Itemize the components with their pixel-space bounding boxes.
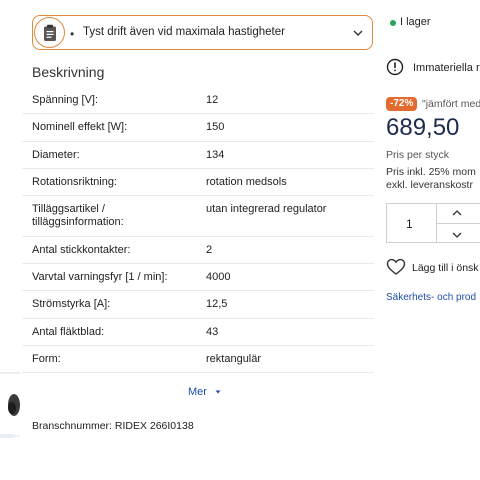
spec-row: Antal stickkontakter: 2 — [22, 236, 374, 264]
spec-label: Form: — [32, 353, 61, 365]
caret-down-icon — [215, 390, 221, 394]
description-title: Beskrivning — [32, 64, 105, 80]
spec-label: Spänning [V]: — [32, 94, 99, 106]
spec-value: 12,5 — [206, 298, 228, 310]
chevron-down-icon[interactable] — [352, 26, 364, 44]
spec-row: Strömstyrka [A]: 12,5 — [22, 290, 374, 319]
spec-label: Varvtal varningsfyr [1 / min]: — [32, 271, 168, 283]
info-circle-icon[interactable] — [386, 58, 404, 81]
spec-label: Tilläggsartikel / tilläggsinformation: — [32, 203, 124, 228]
feature-bullet: • — [70, 27, 75, 41]
spec-label: Strömstyrka [A]: — [32, 298, 111, 310]
feature-text: Tyst drift även vid maximala hastigheter — [83, 26, 285, 38]
show-more-label: Mer — [188, 386, 207, 398]
clipboard-icon — [34, 17, 65, 48]
feature-dropdown[interactable]: • Tyst drift även vid maximala hastighet… — [32, 15, 373, 50]
spec-row: Rotationsriktning: rotation medsols — [22, 168, 374, 196]
chevron-down-icon[interactable] — [450, 228, 464, 246]
heart-icon[interactable] — [386, 258, 406, 281]
spec-value: 12 — [206, 94, 219, 106]
spec-row: Nominell effekt [W]: 150 — [22, 113, 374, 142]
spec-value: 43 — [206, 326, 219, 338]
compare-text: "jämfört med — [422, 98, 480, 110]
add-to-wishlist-link[interactable]: Lägg till i önsk — [412, 262, 479, 274]
spec-value: rektangulär — [206, 353, 262, 365]
spec-value: utan integrerad regulator — [206, 203, 327, 215]
spec-label: Diameter: — [32, 149, 80, 161]
spec-label: Antal fläktblad: — [32, 326, 105, 338]
quantity-input[interactable]: 1 — [406, 217, 413, 231]
price-unit: Pris per styck — [386, 149, 450, 161]
spec-row: Diameter: 134 — [22, 141, 374, 169]
discount-badge: -72% — [386, 97, 418, 111]
product-thumbnail[interactable] — [0, 372, 20, 438]
spec-value: 4000 — [206, 271, 231, 283]
spec-value: 134 — [206, 149, 225, 161]
spec-label: Antal stickkontakter: — [32, 244, 131, 256]
info-text[interactable]: Immateriella r — [413, 62, 480, 74]
spec-row: Spänning [V]: 12 — [22, 86, 374, 114]
branch-number: Branschnummer: RIDEX 266I0138 — [32, 420, 194, 432]
spec-row: Antal fläktblad: 43 — [22, 318, 374, 346]
show-more-link[interactable]: Mer — [188, 386, 222, 398]
spec-row: Tilläggsartikel / tilläggsinformation: u… — [22, 195, 374, 237]
spec-row: Form: rektangulär — [22, 345, 374, 373]
spec-label: Rotationsriktning: — [32, 176, 117, 188]
price: 689,50 — [386, 114, 460, 141]
spec-value: rotation medsols — [206, 176, 287, 188]
tax-info-line-1: Pris inkl. 25% mom — [386, 166, 476, 178]
chevron-up-icon[interactable] — [450, 206, 464, 224]
spec-label: Nominell effekt [W]: — [32, 121, 128, 133]
stock-status: I lager — [400, 16, 431, 28]
tax-info-line-2: exkl. leveranskostr — [386, 179, 473, 191]
stock-status-dot — [390, 20, 396, 26]
spec-row: Varvtal varningsfyr [1 / min]: 4000 — [22, 263, 374, 291]
spec-value: 150 — [206, 121, 225, 133]
spec-value: 2 — [206, 244, 213, 256]
safety-info-link[interactable]: Säkerhets- och prod — [386, 292, 476, 303]
